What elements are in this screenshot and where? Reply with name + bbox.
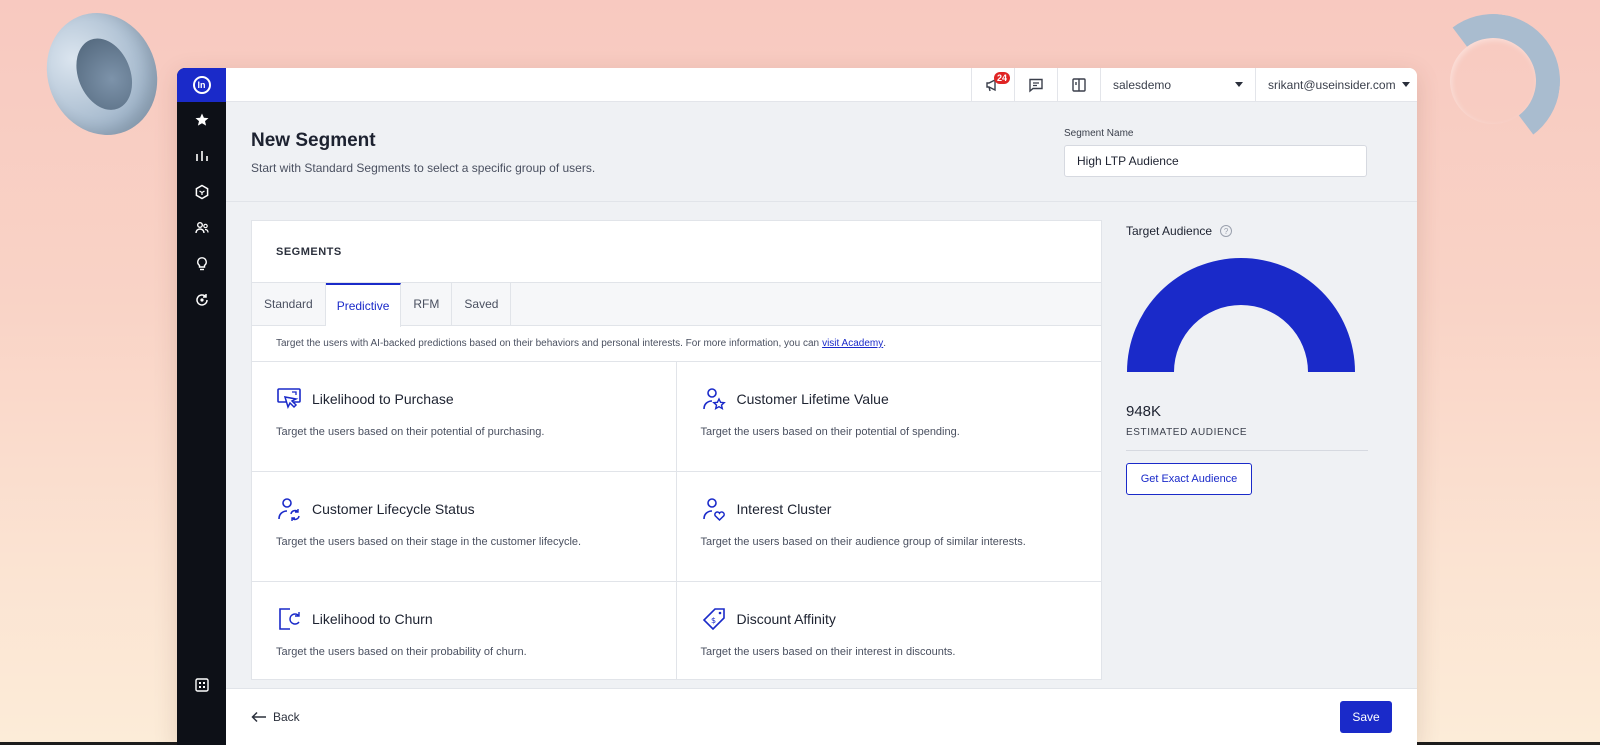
info-text: Target the users with AI-backed predicti… xyxy=(252,326,1101,362)
divider xyxy=(1126,450,1368,451)
predictive-cards: Likelihood to Purchase Target the users … xyxy=(252,362,1102,679)
card-title: Discount Affinity xyxy=(736,611,836,627)
sidebar-item-favorites[interactable] xyxy=(177,102,226,138)
grid-apps-icon xyxy=(194,678,209,692)
chevron-down-icon xyxy=(1235,82,1243,87)
purchase-cursor-icon xyxy=(277,388,301,410)
audience-gauge xyxy=(1127,258,1355,372)
segment-tabs: Standard Predictive RFM Saved xyxy=(252,283,1101,327)
segment-name-label: Segment Name xyxy=(1064,128,1134,139)
docs-button[interactable] xyxy=(1057,68,1100,101)
chat-icon xyxy=(1029,78,1043,92)
target-audience-title: Target Audience xyxy=(1126,224,1213,238)
star-icon xyxy=(195,113,208,126)
arrow-left-icon xyxy=(251,711,266,723)
info-description: Target the users with AI-backed predicti… xyxy=(276,338,820,349)
card-description: Target the users based on their probabil… xyxy=(276,646,527,658)
get-exact-audience-button[interactable]: Get Exact Audience xyxy=(1126,463,1252,495)
card-title: Customer Lifetime Value xyxy=(736,391,889,407)
save-button[interactable]: Save xyxy=(1340,701,1392,733)
card-description: Target the users based on their potentia… xyxy=(700,426,960,438)
card-description: Target the users based on their audience… xyxy=(700,536,1026,548)
exit-door-icon xyxy=(279,608,300,630)
footer-bar: Back Save xyxy=(226,688,1417,745)
account-name: salesdemo xyxy=(1113,77,1172,92)
academy-link[interactable]: visit Academy xyxy=(822,338,883,349)
book-icon xyxy=(1072,77,1086,92)
card-description: Target the users based on their potentia… xyxy=(276,426,545,438)
decorative-arc-shape xyxy=(1417,5,1569,157)
user-refresh-icon xyxy=(278,498,300,521)
chevron-down-icon xyxy=(1401,82,1410,87)
user-star-icon xyxy=(702,388,726,411)
card-interest-cluster[interactable]: Interest Cluster Target the users based … xyxy=(676,472,1101,582)
price-tag-icon: $ xyxy=(702,608,725,631)
sidebar-item-insights[interactable] xyxy=(177,246,226,282)
tab-standard[interactable]: Standard xyxy=(252,283,326,325)
user-heart-icon xyxy=(702,498,725,522)
help-icon[interactable]: ? xyxy=(1220,225,1233,237)
user-menu[interactable]: srikant@useinsider.com xyxy=(1255,68,1417,101)
card-discount-affinity[interactable]: $ Discount Affinity Target the users bas… xyxy=(677,582,1102,679)
sidebar-item-journeys[interactable] xyxy=(177,282,226,318)
back-label: Back xyxy=(273,710,300,724)
sidebar-item-analytics[interactable] xyxy=(177,138,226,174)
card-title: Customer Lifecycle Status xyxy=(312,501,475,517)
card-customer-lifetime-value[interactable]: Customer Lifetime Value Target the users… xyxy=(676,362,1101,472)
segments-panel: SEGMENTS Standard Predictive RFM Saved T… xyxy=(251,220,1102,680)
estimated-audience-label: ESTIMATED AUDIENCE xyxy=(1126,427,1248,438)
sidebar-item-architect[interactable] xyxy=(177,174,226,210)
users-icon xyxy=(194,222,209,234)
card-title: Interest Cluster xyxy=(736,501,832,517)
top-bar: 24 salesdemo srikant@useinsider.com xyxy=(226,68,1417,102)
page-subtitle: Start with Standard Segments to select a… xyxy=(251,161,596,175)
back-button[interactable]: Back xyxy=(251,710,300,724)
card-likelihood-to-purchase[interactable]: Likelihood to Purchase Target the users … xyxy=(252,362,677,472)
info-period: . xyxy=(883,338,886,349)
logo-icon: In xyxy=(192,76,211,94)
app-window: In 24 salesdemo srikant@useinsider.com N… xyxy=(177,68,1417,745)
lightbulb-icon xyxy=(196,257,207,271)
svg-text:$: $ xyxy=(711,616,716,625)
insider-logo[interactable]: In xyxy=(177,68,226,102)
segments-title: SEGMENTS xyxy=(252,221,1101,283)
cycle-icon xyxy=(195,294,208,306)
decorative-ring-shape xyxy=(28,0,176,152)
user-email: srikant@useinsider.com xyxy=(1268,77,1396,92)
card-likelihood-to-churn[interactable]: Likelihood to Churn Target the users bas… xyxy=(252,582,677,679)
sidebar-item-apps[interactable] xyxy=(177,667,226,703)
sidebar-item-audiences[interactable] xyxy=(177,210,226,246)
bar-chart-icon xyxy=(195,151,208,161)
content-area: SEGMENTS Standard Predictive RFM Saved T… xyxy=(226,202,1417,745)
tab-predictive[interactable]: Predictive xyxy=(325,283,402,327)
announcements-button[interactable]: 24 xyxy=(971,68,1014,101)
card-description: Target the users based on their interest… xyxy=(700,646,956,658)
main-area: 24 salesdemo srikant@useinsider.com New … xyxy=(226,68,1417,745)
page-title: New Segment xyxy=(251,130,376,151)
card-description: Target the users based on their stage in… xyxy=(276,536,582,548)
tab-saved[interactable]: Saved xyxy=(452,283,512,325)
target-audience-panel: Target Audience ? 948K ESTIMATED AUDIENC… xyxy=(1126,220,1368,495)
gauge-fill xyxy=(1127,258,1355,372)
hexagon-icon xyxy=(195,184,208,200)
card-title: Likelihood to Purchase xyxy=(312,391,454,407)
messages-button[interactable] xyxy=(1014,68,1057,101)
card-customer-lifecycle-status[interactable]: Customer Lifecycle Status Target the use… xyxy=(252,472,677,582)
segment-name-input[interactable] xyxy=(1064,145,1367,177)
tab-rfm[interactable]: RFM xyxy=(401,283,453,325)
card-title: Likelihood to Churn xyxy=(312,611,433,627)
sidebar: In xyxy=(177,68,226,745)
page-header: New Segment Start with Standard Segments… xyxy=(226,102,1417,202)
estimated-audience-value: 948K xyxy=(1126,403,1162,420)
account-selector[interactable]: salesdemo xyxy=(1100,68,1255,101)
notification-badge: 24 xyxy=(994,72,1011,84)
